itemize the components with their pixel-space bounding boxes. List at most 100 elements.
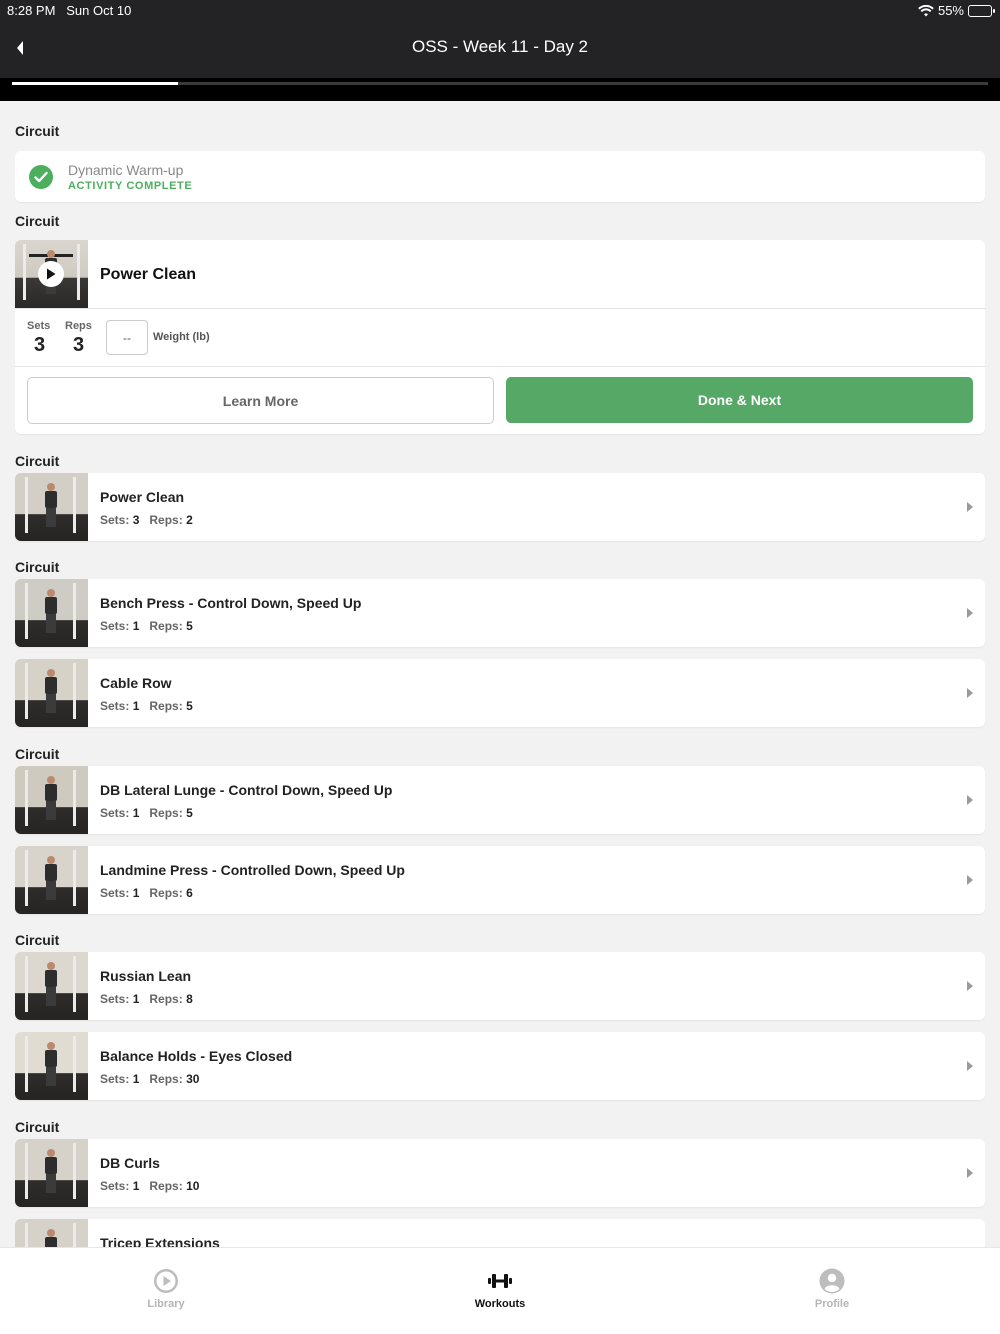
- divider: [15, 308, 985, 309]
- learn-more-button[interactable]: Learn More: [27, 377, 494, 424]
- play-circle-icon: [153, 1268, 179, 1294]
- done-next-button[interactable]: Done & Next: [506, 377, 973, 423]
- tab-profile-label: Profile: [814, 1298, 850, 1310]
- dumbbell-icon: [487, 1268, 513, 1294]
- exercise-meta: Sets: 3 Reps: 2: [100, 513, 193, 527]
- page-title: OSS - Week 11 - Day 2: [411, 37, 589, 56]
- sets-meta-label: Sets:: [100, 619, 130, 633]
- play-video-button[interactable]: [38, 261, 64, 287]
- active-exercise-name: Power Clean: [100, 266, 197, 283]
- exercise-thumbnail: [15, 579, 88, 647]
- completed-activity-name: Dynamic Warm-up: [68, 162, 184, 178]
- exercise-thumbnail: [15, 1219, 88, 1247]
- sets-meta-label: Sets:: [100, 806, 130, 820]
- exercise-name: Russian Lean: [100, 968, 192, 984]
- exercise-name: DB Lateral Lunge - Control Down, Speed U…: [100, 782, 393, 798]
- exercise-row[interactable]: DB Lateral Lunge - Control Down, Speed U…: [15, 766, 985, 834]
- status-date: Sun Oct 10: [66, 3, 132, 18]
- sets-meta-value: 1: [132, 1072, 140, 1086]
- reps-meta-label: Reps:: [149, 886, 183, 900]
- divider: [15, 366, 985, 367]
- exercise-row[interactable]: Russian Lean Sets: 1 Reps: 8: [15, 952, 985, 1020]
- tab-workouts[interactable]: Workouts: [440, 1248, 560, 1334]
- reps-meta-value: 5: [186, 806, 193, 820]
- wifi-icon: [918, 4, 934, 16]
- sets-meta-value: 3: [132, 513, 140, 527]
- exercise-thumbnail: [15, 1032, 88, 1100]
- completed-activity-status: ACTIVITY COMPLETE: [68, 180, 193, 192]
- chevron-right-icon: [967, 795, 973, 805]
- exercise-thumbnail: [15, 846, 88, 914]
- bottom-tab-bar: Library Workouts Profile: [0, 1247, 1000, 1334]
- tab-workouts-label: Workouts: [474, 1298, 526, 1310]
- reps-meta-label: Reps:: [149, 806, 183, 820]
- sets-meta-value: 1: [132, 619, 140, 633]
- completed-activity-card[interactable]: Dynamic Warm-up ACTIVITY COMPLETE: [15, 151, 985, 202]
- weight-input[interactable]: --: [106, 320, 148, 355]
- exercise-name: Tricep Extensions: [100, 1235, 220, 1247]
- weight-unit-label: Weight (lb): [153, 331, 210, 343]
- battery-icon: [968, 4, 995, 17]
- play-icon: [47, 268, 56, 280]
- reps-meta-value: 8: [186, 992, 193, 1006]
- reps-label: Reps: [65, 320, 92, 332]
- tab-profile[interactable]: Profile: [772, 1248, 892, 1334]
- exercise-row[interactable]: Balance Holds - Eyes Closed Sets: 1 Reps: …: [15, 1032, 985, 1100]
- exercise-thumbnail: [15, 952, 88, 1020]
- sets-meta-label: Sets:: [100, 1072, 130, 1086]
- exercise-meta: Sets: 1 Reps: 8: [100, 992, 193, 1006]
- status-time: 8:28 PM Sun Oct 10: [7, 3, 132, 18]
- circuit-label: Circuit: [15, 559, 60, 575]
- reps-meta-value: 10: [186, 1179, 200, 1193]
- exercise-name: Power Clean: [100, 489, 185, 505]
- workout-progress-fill: [12, 82, 178, 85]
- status-right: 55%: [918, 3, 995, 18]
- sets-meta-value: 1: [132, 1179, 140, 1193]
- exercise-row[interactable]: Power Clean Sets: 3 Reps: 2: [15, 473, 985, 541]
- exercise-name: Landmine Press - Controlled Down, Speed …: [100, 862, 405, 878]
- chevron-right-icon: [967, 1061, 973, 1071]
- exercise-thumbnail: [15, 766, 88, 834]
- exercise-meta: Sets: 1 Reps: 5: [100, 619, 193, 633]
- circuit-label: Circuit: [15, 453, 60, 469]
- battery-percent: 55%: [937, 3, 964, 18]
- reps-meta-value: 2: [186, 513, 193, 527]
- exercise-video-thumbnail[interactable]: [15, 240, 88, 308]
- sets-meta-label: Sets:: [100, 513, 130, 527]
- chevron-right-icon: [967, 608, 973, 618]
- sets-meta-label: Sets:: [100, 886, 130, 900]
- reps-meta-value: 6: [186, 886, 193, 900]
- exercise-row[interactable]: Tricep Extensions: [15, 1219, 985, 1247]
- reps-meta-value: 5: [186, 699, 193, 713]
- exercise-meta: Sets: 1 Reps: 6: [100, 886, 193, 900]
- checkmark-icon: [29, 165, 53, 189]
- workout-content[interactable]: Circuit Dynamic Warm-up ACTIVITY COMPLET…: [15, 101, 985, 1247]
- chevron-right-icon: [967, 875, 973, 885]
- circuit-label: Circuit: [15, 932, 60, 948]
- profile-icon: [819, 1268, 845, 1294]
- exercise-name: Balance Holds - Eyes Closed: [100, 1048, 293, 1064]
- chevron-right-icon: [967, 502, 973, 512]
- tab-library[interactable]: Library: [106, 1248, 226, 1334]
- circuit-label: Circuit: [15, 123, 60, 139]
- circuit-label: Circuit: [15, 213, 60, 229]
- exercise-thumbnail: [15, 1139, 88, 1207]
- reps-meta-value: 5: [186, 619, 193, 633]
- reps-meta-value: 30: [186, 1072, 200, 1086]
- exercise-meta: Sets: 1 Reps: 10: [100, 1179, 199, 1193]
- exercise-row[interactable]: DB Curls Sets: 1 Reps: 10: [15, 1139, 985, 1207]
- sets-meta-label: Sets:: [100, 1179, 130, 1193]
- exercise-row[interactable]: Landmine Press - Controlled Down, Speed …: [15, 846, 985, 914]
- exercise-meta: Sets: 1 Reps: 5: [100, 806, 193, 820]
- reps-value: 3: [73, 334, 85, 356]
- exercise-row[interactable]: Cable Row Sets: 1 Reps: 5: [15, 659, 985, 727]
- circuit-label: Circuit: [15, 746, 60, 762]
- exercise-name: Bench Press - Control Down, Speed Up: [100, 595, 362, 611]
- exercise-row[interactable]: Bench Press - Control Down, Speed Up Sets…: [15, 579, 985, 647]
- exercise-name: Cable Row: [100, 675, 172, 691]
- chevron-right-icon: [967, 1168, 973, 1178]
- exercise-meta: Sets: 1 Reps: 5: [100, 699, 193, 713]
- active-exercise-card: Power Clean Sets Reps 3 3 -- Weight (lb)…: [15, 240, 985, 434]
- reps-meta-label: Reps:: [149, 513, 183, 527]
- sets-label: Sets: [27, 320, 51, 332]
